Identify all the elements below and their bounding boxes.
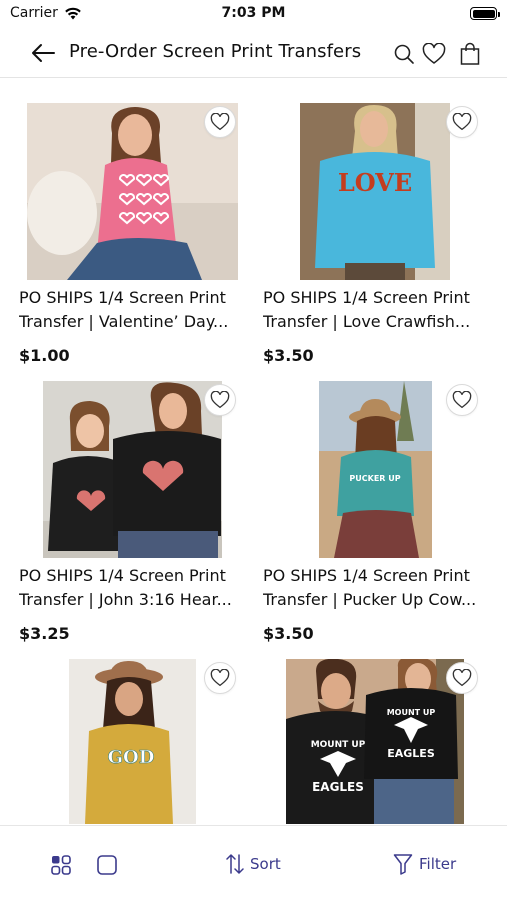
mount-up-graphic-2: MOUNT UP xyxy=(387,708,436,717)
favorite-button[interactable] xyxy=(446,384,478,416)
god-graphic: GOD xyxy=(108,747,155,768)
filter-icon xyxy=(393,854,413,875)
eagles-graphic-1: EAGLES xyxy=(312,780,364,794)
product-name[interactable]: PO SHIPS 1/4 Screen Print Transfer | Puc… xyxy=(263,564,488,612)
heart-icon xyxy=(452,669,472,687)
love-graphic: LOVE xyxy=(338,168,412,197)
eagles-graphic-2: EAGLES xyxy=(387,747,435,760)
product-grid: PO SHIPS 1/4 Screen Print Transfer | Val… xyxy=(0,80,507,825)
heart-icon xyxy=(452,113,472,131)
filter-label: Filter xyxy=(419,855,457,873)
grid-view-button[interactable] xyxy=(50,854,72,876)
back-button[interactable] xyxy=(28,40,58,66)
pucker-graphic: PUCKER UP xyxy=(349,474,400,483)
heart-icon xyxy=(452,391,472,409)
status-time: 7:03 PM xyxy=(221,5,286,21)
mount-up-graphic-1: MOUNT UP xyxy=(311,740,366,750)
heart-icon xyxy=(210,113,230,131)
favorite-button[interactable] xyxy=(204,384,236,416)
header: Pre-Order Screen Print Transfers xyxy=(0,30,507,78)
search-icon xyxy=(394,44,414,64)
filter-button[interactable]: Filter xyxy=(393,853,456,875)
product-card[interactable]: PO SHIPS 1/4 Screen Print Transfer | Joh… xyxy=(0,358,240,643)
favorite-button[interactable] xyxy=(204,662,236,694)
heart-icon xyxy=(210,391,230,409)
product-card[interactable]: PUCKER UP PO SHIPS 1/4 Screen Print Tran… xyxy=(244,358,484,643)
product-name[interactable]: PO SHIPS 1/4 Screen Print Transfer | Joh… xyxy=(19,564,244,612)
product-name[interactable]: PO SHIPS 1/4 Screen Print Transfer | Lov… xyxy=(263,286,488,334)
favorite-button[interactable] xyxy=(446,662,478,694)
battery-icon xyxy=(470,7,500,20)
single-view-icon xyxy=(97,855,117,875)
favorite-button[interactable] xyxy=(204,106,236,138)
sort-icon xyxy=(226,854,244,874)
product-image[interactable] xyxy=(43,381,222,558)
sort-label: Sort xyxy=(250,855,281,873)
page-title: Pre-Order Screen Print Transfers xyxy=(69,41,362,62)
heart-icon xyxy=(210,669,230,687)
product-name[interactable]: PO SHIPS 1/4 Screen Print Transfer | Val… xyxy=(19,286,244,334)
status-bar: Carrier 7:03 PM xyxy=(0,0,507,28)
product-image[interactable]: LOVE xyxy=(300,103,450,280)
bag-icon xyxy=(460,42,480,65)
product-image[interactable]: MOUNT UP EAGLES MOUNT UP EAGLES xyxy=(286,659,464,824)
product-card[interactable]: GOD xyxy=(0,636,240,825)
bottom-toolbar: Sort Filter xyxy=(0,825,507,900)
product-card[interactable]: PO SHIPS 1/4 Screen Print Transfer | Val… xyxy=(0,80,240,365)
product-image[interactable]: GOD xyxy=(69,659,196,824)
sort-button[interactable]: Sort xyxy=(226,853,281,875)
wishlist-button[interactable] xyxy=(421,41,447,67)
back-arrow-icon xyxy=(32,44,55,62)
product-card[interactable]: LOVE PO SHIPS 1/4 Screen Print Transfer … xyxy=(244,80,484,365)
product-card[interactable]: MOUNT UP EAGLES MOUNT UP EAGLES xyxy=(244,636,484,825)
search-button[interactable] xyxy=(391,41,417,67)
grid-view-icon xyxy=(51,855,71,875)
single-view-button[interactable] xyxy=(96,854,118,876)
cart-button[interactable] xyxy=(457,41,483,67)
product-image[interactable]: PUCKER UP xyxy=(319,381,432,558)
favorite-button[interactable] xyxy=(446,106,478,138)
heart-icon xyxy=(422,43,446,64)
